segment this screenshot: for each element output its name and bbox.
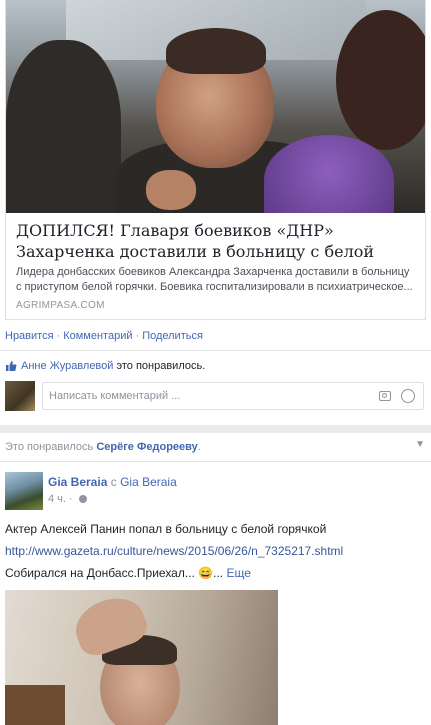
post-text-line: Актер Алексей Панин попал в больницу с б… (5, 522, 327, 536)
story-liker-name[interactable]: Серёге Федорееву (96, 441, 197, 453)
chevron-down-icon[interactable]: ▼ (415, 439, 425, 450)
avatar[interactable] (5, 381, 35, 411)
comment-composer: Написать комментарий ... (5, 381, 426, 411)
link-description: Лидера донбасских боевиков Александра За… (16, 266, 413, 293)
tagged-name[interactable]: Gia Beraia (120, 475, 177, 489)
link-preview[interactable]: ДОПИЛСЯ! Главаря боевиков «ДНР» Захарчен… (5, 0, 426, 320)
thumbs-up-icon (6, 361, 17, 371)
post-time[interactable]: 4 ч. (48, 493, 66, 505)
link-preview-image[interactable] (6, 0, 425, 213)
comment-input[interactable]: Написать комментарий ... (42, 382, 424, 410)
story-header: Это понравилось Серёге Федорееву. (5, 441, 201, 453)
post-image[interactable] (5, 590, 278, 725)
comment-button[interactable]: Комментарий (63, 330, 132, 342)
smiley-icon[interactable] (401, 389, 415, 403)
author-name[interactable]: Gia Beraia (48, 475, 107, 489)
post-actions: Нравится · Комментарий · Поделиться (5, 330, 203, 342)
author-avatar[interactable] (5, 472, 43, 510)
post-author: Gia Beraia с Gia Beraia (48, 475, 177, 489)
link-domain: AGRIMPASA.COM (16, 300, 105, 311)
likes-summary: Анне Журавлевой это понравилось. (5, 360, 205, 372)
post-link[interactable]: http://www.gazeta.ru/culture/news/2015/0… (5, 543, 343, 559)
see-more-link[interactable]: Еще (226, 566, 250, 580)
post-card-1: ДОПИЛСЯ! Главаря боевиков «ДНР» Захарчен… (0, 0, 431, 425)
camera-icon[interactable] (379, 391, 391, 401)
share-button[interactable]: Поделиться (142, 330, 203, 342)
post-card-2: Это понравилось Серёге Федорееву. ▼ Gia … (0, 433, 431, 725)
post-text-line: Собирался на Донбасс.Приехал... 😄... Еще (5, 566, 251, 580)
like-button[interactable]: Нравится (5, 330, 54, 342)
link-title[interactable]: ДОПИЛСЯ! Главаря боевиков «ДНР» Захарчен… (16, 220, 416, 262)
post-meta: 4 ч. · (48, 493, 87, 505)
globe-icon (78, 495, 87, 503)
liker-name[interactable]: Анне Журавлевой (21, 360, 113, 372)
divider (0, 350, 431, 351)
